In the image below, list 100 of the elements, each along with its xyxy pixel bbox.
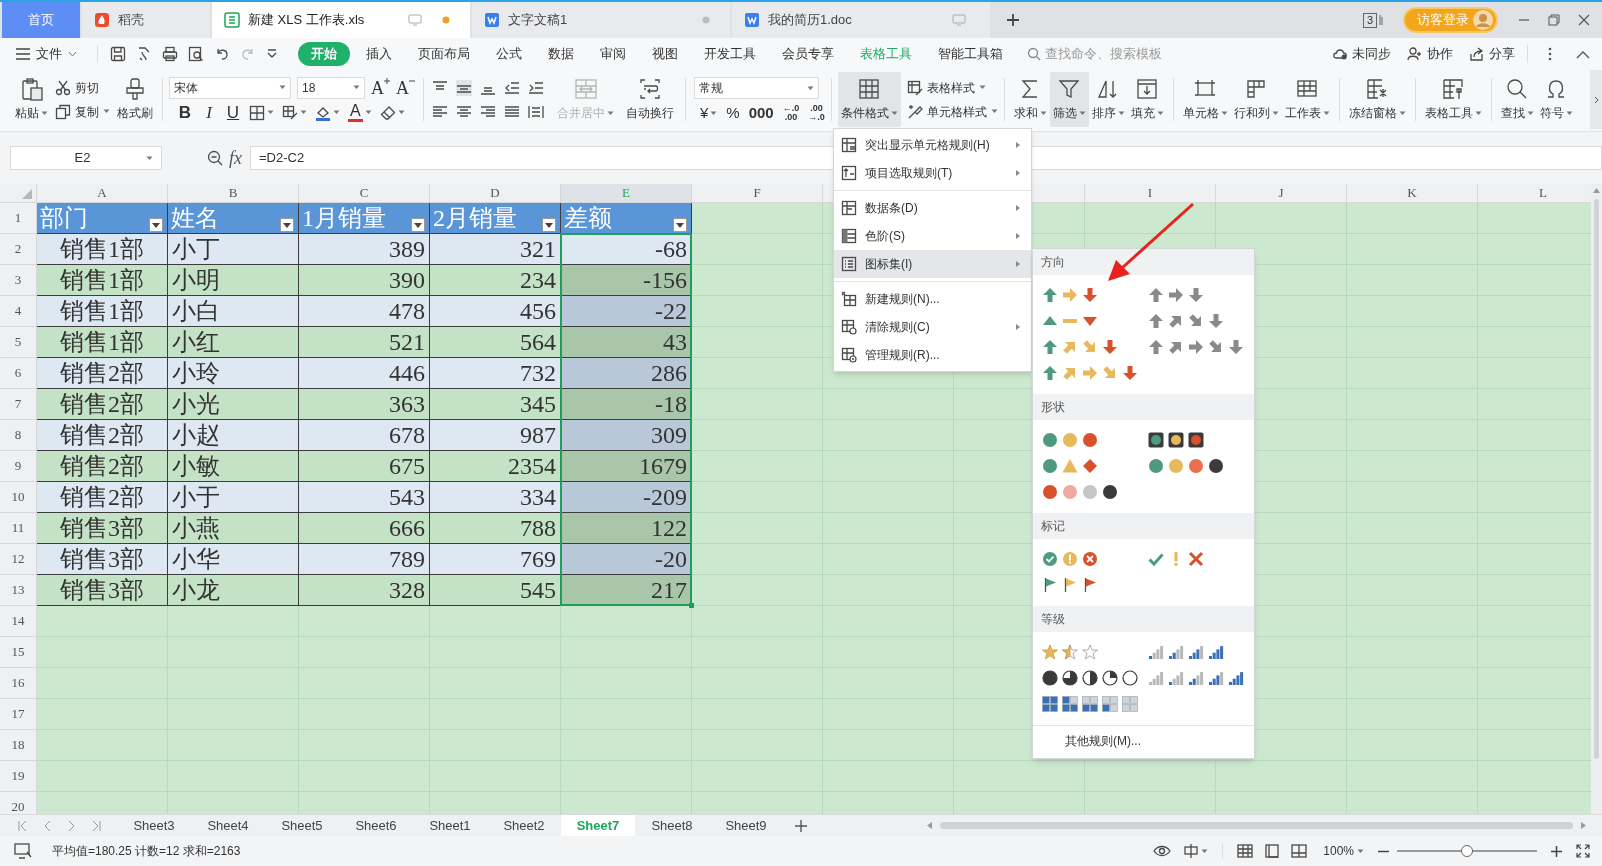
table-cell[interactable]: 122 <box>561 513 692 544</box>
menu-tab[interactable]: 智能工具箱 <box>928 44 1013 64</box>
align-middle-icon[interactable] <box>456 79 472 96</box>
menu-item[interactable]: 新建规则(N)... <box>834 285 1031 313</box>
filter-button[interactable] <box>542 218 556 232</box>
window-count[interactable]: 3 <box>1362 12 1377 28</box>
menu-tab[interactable]: 页面布局 <box>408 44 480 64</box>
table-cell[interactable]: 销售2部 <box>37 358 168 389</box>
font-size-button[interactable]: A <box>371 77 390 98</box>
ribbon-button[interactable]: 自动换行 <box>623 77 677 122</box>
table-cell[interactable]: 小丁 <box>168 234 299 265</box>
justify-icon[interactable] <box>504 103 520 120</box>
table-cell[interactable]: 销售2部 <box>37 482 168 513</box>
table-cell[interactable]: 小玲 <box>168 358 299 389</box>
zoom-icon[interactable] <box>207 150 223 166</box>
row-number[interactable]: 12 <box>0 544 37 575</box>
table-cell[interactable]: 456 <box>430 296 561 327</box>
table-cell[interactable]: 小于 <box>168 482 299 513</box>
row-number[interactable]: 18 <box>0 730 37 761</box>
column-header[interactable]: K <box>1347 184 1478 203</box>
column-header[interactable]: B <box>168 184 299 203</box>
table-cell[interactable]: 678 <box>299 420 430 451</box>
decimal-button[interactable]: .00 →.0 <box>808 104 825 122</box>
table-cell[interactable]: 43 <box>561 327 692 358</box>
format-button[interactable]: I <box>201 102 217 123</box>
table-cell[interactable]: 2354 <box>430 451 561 482</box>
menu-item[interactable]: 色阶(S) <box>834 222 1031 250</box>
menu-item[interactable]: 其他规则(M)... <box>1033 726 1254 756</box>
table-cell[interactable]: -20 <box>561 544 692 575</box>
ribbon-button[interactable]: 复制 <box>55 99 110 124</box>
table-cell[interactable]: 675 <box>299 451 430 482</box>
sheet-tab[interactable]: Sheet8 <box>635 815 709 836</box>
menu-tab[interactable]: 视图 <box>642 44 688 64</box>
font-name-field[interactable]: 宋体 <box>169 76 291 99</box>
input-method-button[interactable] <box>1183 843 1209 859</box>
scroll-thumb[interactable] <box>940 822 1573 829</box>
table-cell[interactable]: 217 <box>561 575 692 606</box>
ribbon-button[interactable]: 排序 <box>1088 72 1128 127</box>
row-number[interactable]: 6 <box>0 358 37 389</box>
filter-button[interactable] <box>411 218 425 232</box>
row-number[interactable]: 20 <box>0 792 37 814</box>
row-number[interactable]: 14 <box>0 606 37 637</box>
table-cell[interactable]: 446 <box>299 358 430 389</box>
row-number[interactable]: 10 <box>0 482 37 513</box>
menu-item[interactable]: 管理规则(R)... <box>834 341 1031 369</box>
table-cell[interactable]: 334 <box>430 482 561 513</box>
distribute-icon[interactable] <box>528 103 544 120</box>
eye-icon[interactable] <box>1153 844 1172 858</box>
table-cell[interactable]: 666 <box>299 513 430 544</box>
ribbon-button[interactable]: 填充 <box>1127 72 1167 127</box>
toolbar-button[interactable]: 分享 <box>1469 44 1515 64</box>
ribbon-button[interactable]: 冻结窗格 <box>1345 72 1409 127</box>
table-cell[interactable]: 销售3部 <box>37 513 168 544</box>
table-cell[interactable]: 小红 <box>168 327 299 358</box>
filter-button[interactable] <box>673 218 687 232</box>
row-number[interactable]: 5 <box>0 327 37 358</box>
ribbon-button[interactable]: 单元格样式 <box>906 99 998 124</box>
ribbon-button[interactable]: 工作表 <box>1281 72 1333 127</box>
table-cell[interactable]: 销售2部 <box>37 420 168 451</box>
table-cell[interactable]: -68 <box>561 234 692 265</box>
sheet-tab[interactable]: Sheet6 <box>339 815 413 836</box>
table-cell[interactable]: 321 <box>430 234 561 265</box>
clear-button[interactable] <box>379 104 405 121</box>
menu-item[interactable]: 数据条(D) <box>834 194 1031 222</box>
ribbon-button[interactable]: 表格样式 <box>906 75 998 100</box>
table-cell[interactable]: 小华 <box>168 544 299 575</box>
ribbon-button[interactable]: 粘贴 <box>12 77 51 122</box>
table-cell[interactable]: 286 <box>561 358 692 389</box>
menu-tab[interactable]: 开发工具 <box>694 44 766 64</box>
table-cell[interactable]: 545 <box>430 575 561 606</box>
column-header[interactable]: F <box>692 184 823 203</box>
zoom-slider[interactable] <box>1397 844 1537 858</box>
table-cell[interactable]: 732 <box>430 358 561 389</box>
ribbon-button[interactable]: 筛选 <box>1049 72 1089 127</box>
row-number[interactable]: 15 <box>0 637 37 668</box>
ribbon-button[interactable]: 格式刷 <box>114 77 156 122</box>
name-box[interactable]: E2 <box>10 146 162 170</box>
row-number[interactable]: 19 <box>0 761 37 792</box>
more-options-icon[interactable] <box>1548 47 1552 61</box>
row-number[interactable]: 11 <box>0 513 37 544</box>
table-cell[interactable]: -22 <box>561 296 692 327</box>
row-number[interactable]: 3 <box>0 265 37 296</box>
fullscreen-icon[interactable] <box>1576 844 1590 858</box>
format-button[interactable]: B <box>177 102 193 123</box>
zoom-dropdown[interactable]: 100% <box>1323 842 1364 860</box>
decimal-button[interactable]: ←.0 .00 <box>782 104 800 122</box>
table-cell[interactable]: 小敏 <box>168 451 299 482</box>
number-format-field[interactable]: 常规 <box>694 77 819 99</box>
table-cell[interactable]: 788 <box>430 513 561 544</box>
window-tab[interactable]: 稻壳 <box>82 2 210 38</box>
row-number[interactable]: 1 <box>0 203 37 234</box>
macro-icon[interactable] <box>14 843 32 859</box>
ribbon-button[interactable]: 行和列 <box>1230 72 1282 127</box>
number-format-button[interactable]: ¥ <box>700 104 718 122</box>
table-cell[interactable]: 234 <box>430 265 561 296</box>
table-cell[interactable]: 1679 <box>561 451 692 482</box>
filter-button[interactable] <box>280 218 294 232</box>
table-cell[interactable]: -18 <box>561 389 692 420</box>
menu-tab[interactable]: 数据 <box>538 44 584 64</box>
indent-decrease-icon[interactable] <box>504 79 520 96</box>
